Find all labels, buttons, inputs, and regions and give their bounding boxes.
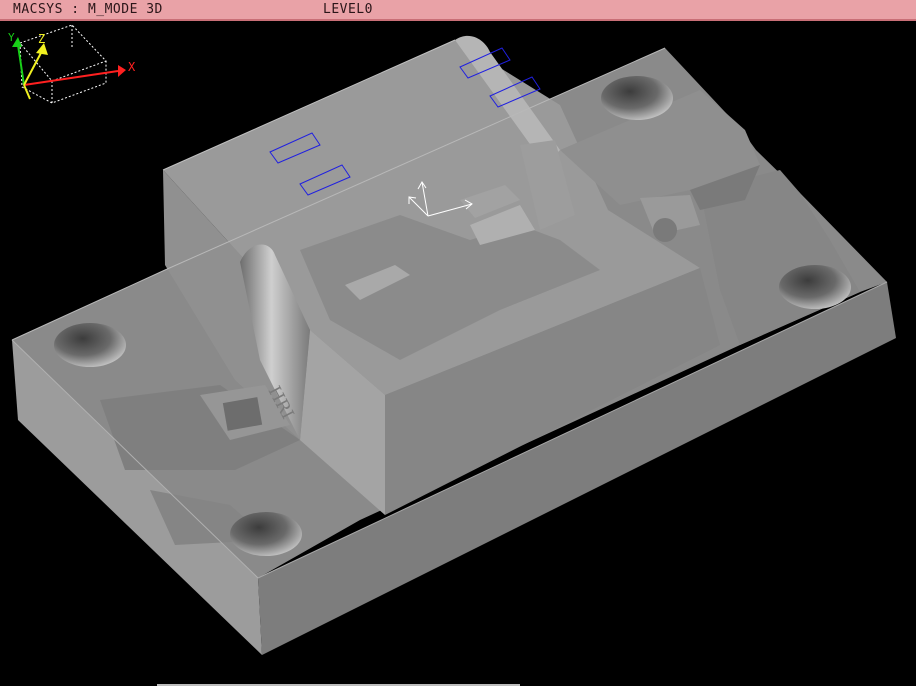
mount-hole-3 bbox=[779, 265, 851, 309]
system-mode-label: MACSYS : M_MODE 3D bbox=[13, 2, 163, 17]
mold-model: HRI bbox=[11, 35, 896, 655]
level-label: LEVEL0 bbox=[323, 2, 373, 17]
mount-hole-1 bbox=[54, 323, 126, 367]
triad-x-label: X bbox=[128, 60, 136, 74]
coordinate-triad-icon: X Y Z bbox=[8, 24, 136, 104]
title-bar: MACSYS : M_MODE 3D LEVEL0 bbox=[0, 0, 916, 21]
triad-y-label: Y bbox=[8, 31, 15, 44]
mount-hole-2 bbox=[601, 76, 673, 120]
3d-viewport[interactable]: HRI X Y Z bbox=[0, 21, 916, 686]
mount-hole-4 bbox=[230, 512, 302, 556]
triad-z-label: Z bbox=[38, 32, 45, 46]
